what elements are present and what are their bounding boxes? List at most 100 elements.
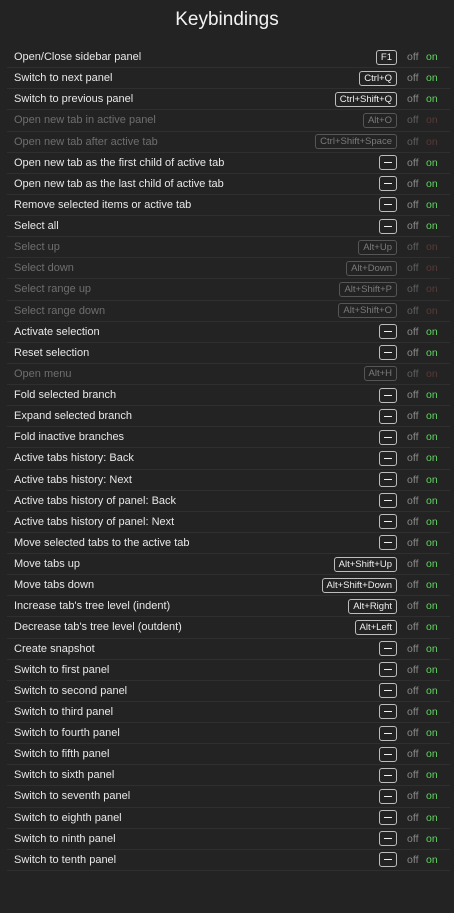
off-toggle[interactable]: off: [407, 72, 426, 84]
off-toggle[interactable]: off: [407, 347, 426, 359]
on-toggle[interactable]: on: [426, 790, 450, 802]
shortcut-key-button[interactable]: Alt+H: [363, 366, 397, 382]
shortcut-key-button[interactable]: [379, 662, 397, 678]
shortcut-key-button[interactable]: [379, 408, 397, 424]
shortcut-key-button[interactable]: Alt+Shift+Up: [333, 556, 397, 572]
off-toggle[interactable]: off: [407, 727, 426, 739]
shortcut-key-button[interactable]: Alt+Shift+P: [339, 281, 397, 297]
off-toggle[interactable]: off: [407, 621, 426, 633]
on-toggle[interactable]: on: [426, 812, 450, 824]
on-toggle[interactable]: on: [426, 368, 450, 380]
shortcut-key-button[interactable]: Ctrl+Shift+Q: [334, 91, 397, 107]
off-toggle[interactable]: off: [407, 790, 426, 802]
off-toggle[interactable]: off: [407, 812, 426, 824]
off-toggle[interactable]: off: [407, 220, 426, 232]
off-toggle[interactable]: off: [407, 326, 426, 338]
shortcut-key-button[interactable]: [379, 324, 397, 340]
on-toggle[interactable]: on: [426, 347, 450, 359]
off-toggle[interactable]: off: [407, 452, 426, 464]
off-toggle[interactable]: off: [407, 389, 426, 401]
off-toggle[interactable]: off: [407, 579, 426, 591]
shortcut-key-button[interactable]: [379, 514, 397, 530]
shortcut-key-button[interactable]: [379, 831, 397, 847]
off-toggle[interactable]: off: [407, 199, 426, 211]
off-toggle[interactable]: off: [407, 833, 426, 845]
on-toggle[interactable]: on: [426, 706, 450, 718]
off-toggle[interactable]: off: [407, 748, 426, 760]
off-toggle[interactable]: off: [407, 51, 426, 63]
on-toggle[interactable]: on: [426, 748, 450, 760]
on-toggle[interactable]: on: [426, 51, 450, 63]
on-toggle[interactable]: on: [426, 431, 450, 443]
on-toggle[interactable]: on: [426, 685, 450, 697]
off-toggle[interactable]: off: [407, 474, 426, 486]
off-toggle[interactable]: off: [407, 114, 426, 126]
off-toggle[interactable]: off: [407, 93, 426, 105]
on-toggle[interactable]: on: [426, 136, 450, 148]
on-toggle[interactable]: on: [426, 283, 450, 295]
off-toggle[interactable]: off: [407, 178, 426, 190]
shortcut-key-button[interactable]: [379, 746, 397, 762]
on-toggle[interactable]: on: [426, 474, 450, 486]
on-toggle[interactable]: on: [426, 600, 450, 612]
on-toggle[interactable]: on: [426, 727, 450, 739]
off-toggle[interactable]: off: [407, 643, 426, 655]
shortcut-key-button[interactable]: [379, 535, 397, 551]
shortcut-key-button[interactable]: Alt+Shift+Down: [321, 577, 397, 593]
shortcut-key-button[interactable]: [379, 704, 397, 720]
off-toggle[interactable]: off: [407, 516, 426, 528]
shortcut-key-button[interactable]: [379, 345, 397, 361]
on-toggle[interactable]: on: [426, 389, 450, 401]
shortcut-key-button[interactable]: Alt+O: [362, 112, 397, 128]
off-toggle[interactable]: off: [407, 431, 426, 443]
shortcut-key-button[interactable]: [379, 176, 397, 192]
on-toggle[interactable]: on: [426, 643, 450, 655]
off-toggle[interactable]: off: [407, 706, 426, 718]
shortcut-key-button[interactable]: [379, 472, 397, 488]
shortcut-key-button[interactable]: [379, 810, 397, 826]
off-toggle[interactable]: off: [407, 664, 426, 676]
off-toggle[interactable]: off: [407, 136, 426, 148]
on-toggle[interactable]: on: [426, 579, 450, 591]
off-toggle[interactable]: off: [407, 410, 426, 422]
shortcut-key-button[interactable]: Alt+Left: [354, 619, 397, 635]
shortcut-key-button[interactable]: [379, 450, 397, 466]
on-toggle[interactable]: on: [426, 537, 450, 549]
off-toggle[interactable]: off: [407, 854, 426, 866]
on-toggle[interactable]: on: [426, 199, 450, 211]
on-toggle[interactable]: on: [426, 621, 450, 633]
on-toggle[interactable]: on: [426, 495, 450, 507]
off-toggle[interactable]: off: [407, 241, 426, 253]
shortcut-key-button[interactable]: [379, 767, 397, 783]
on-toggle[interactable]: on: [426, 93, 450, 105]
on-toggle[interactable]: on: [426, 558, 450, 570]
off-toggle[interactable]: off: [407, 283, 426, 295]
on-toggle[interactable]: on: [426, 664, 450, 676]
off-toggle[interactable]: off: [407, 537, 426, 549]
on-toggle[interactable]: on: [426, 769, 450, 781]
off-toggle[interactable]: off: [407, 368, 426, 380]
on-toggle[interactable]: on: [426, 305, 450, 317]
shortcut-key-button[interactable]: [379, 725, 397, 741]
on-toggle[interactable]: on: [426, 114, 450, 126]
on-toggle[interactable]: on: [426, 220, 450, 232]
shortcut-key-button[interactable]: [379, 493, 397, 509]
off-toggle[interactable]: off: [407, 262, 426, 274]
shortcut-key-button[interactable]: Alt+Down: [346, 260, 397, 276]
off-toggle[interactable]: off: [407, 495, 426, 507]
shortcut-key-button[interactable]: Alt+Up: [358, 239, 397, 255]
on-toggle[interactable]: on: [426, 262, 450, 274]
off-toggle[interactable]: off: [407, 157, 426, 169]
on-toggle[interactable]: on: [426, 854, 450, 866]
shortcut-key-button[interactable]: Alt+Shift+O: [338, 303, 397, 319]
off-toggle[interactable]: off: [407, 685, 426, 697]
off-toggle[interactable]: off: [407, 769, 426, 781]
off-toggle[interactable]: off: [407, 600, 426, 612]
on-toggle[interactable]: on: [426, 452, 450, 464]
on-toggle[interactable]: on: [426, 326, 450, 338]
shortcut-key-button[interactable]: Alt+Right: [348, 598, 397, 614]
shortcut-key-button[interactable]: Ctrl+Shift+Space: [315, 134, 397, 150]
shortcut-key-button[interactable]: F1: [375, 49, 397, 65]
on-toggle[interactable]: on: [426, 178, 450, 190]
shortcut-key-button[interactable]: [379, 429, 397, 445]
